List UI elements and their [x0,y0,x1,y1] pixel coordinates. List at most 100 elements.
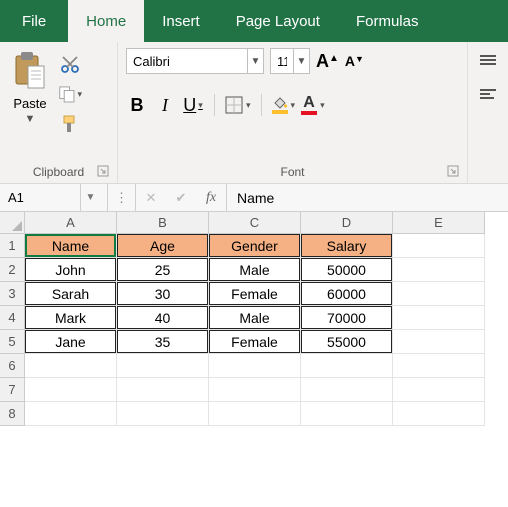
row-head-6[interactable]: 6 [0,354,25,378]
font-size-input[interactable] [271,54,293,69]
row-head-2[interactable]: 2 [0,258,25,282]
cell-a4[interactable]: Mark [25,306,117,330]
italic-button[interactable]: I [154,95,176,116]
align-top-button[interactable] [480,52,500,68]
chevron-down-icon: ▾ [246,100,251,111]
fill-color-swatch [272,110,288,114]
separator [214,94,215,116]
bold-button[interactable]: B [126,95,148,116]
tab-home[interactable]: Home [68,0,144,42]
borders-button[interactable]: ▾ [225,96,251,114]
cell-b7[interactable] [117,378,209,402]
cell-b5[interactable]: 35 [117,330,209,354]
paste-button[interactable]: Paste ▼ [8,48,52,163]
chevron-down-icon[interactable]: ▼ [293,49,309,73]
format-painter-button[interactable] [58,112,82,136]
paste-icon [12,50,48,94]
dialog-launcher-icon[interactable] [97,165,109,180]
fill-color-button[interactable]: ▾ [272,96,296,114]
cell-d4[interactable]: 70000 [301,306,393,330]
font-color-button[interactable]: A ▾ [301,95,325,115]
cell-c5[interactable]: Female [209,330,301,354]
cell-a6[interactable] [25,354,117,378]
cell-b1[interactable]: Age [117,234,209,258]
font-name-input[interactable] [127,54,247,69]
tab-formulas[interactable]: Formulas [338,0,437,42]
cell-d6[interactable] [301,354,393,378]
cell-d8[interactable] [301,402,393,426]
chevron-down-icon: ▾ [77,89,82,100]
cell-c6[interactable] [209,354,301,378]
cancel-button[interactable]: ✕ [136,184,166,211]
copy-button[interactable]: ▾ [58,82,82,106]
cell-d2[interactable]: 50000 [301,258,393,282]
cell-e1[interactable] [393,234,485,258]
cell-e4[interactable] [393,306,485,330]
decrease-font-button[interactable]: A▼ [345,53,364,69]
cell-a8[interactable] [25,402,117,426]
cell-e6[interactable] [393,354,485,378]
cell-e2[interactable] [393,258,485,282]
col-head-b[interactable]: B [117,212,209,234]
cell-b4[interactable]: 40 [117,306,209,330]
cell-a2[interactable]: John [25,258,117,282]
tab-insert[interactable]: Insert [144,0,218,42]
name-box[interactable]: ▼ [0,184,108,211]
group-label-font: Font [280,165,304,179]
fx-button[interactable]: fx [196,184,226,211]
cell-b6[interactable] [117,354,209,378]
cell-c3[interactable]: Female [209,282,301,306]
enter-button[interactable]: ✔ [166,184,196,211]
tab-page-layout[interactable]: Page Layout [218,0,338,42]
paste-dropdown-icon[interactable]: ▼ [25,113,36,125]
increase-font-button[interactable]: A▲ [316,51,339,72]
letter-a: A [345,53,355,69]
cell-c2[interactable]: Male [209,258,301,282]
cut-button[interactable] [58,52,82,76]
cell-d7[interactable] [301,378,393,402]
cell-a5[interactable]: Jane [25,330,117,354]
cell-e8[interactable] [393,402,485,426]
row-head-7[interactable]: 7 [0,378,25,402]
dialog-launcher-icon[interactable] [447,165,459,180]
name-box-input[interactable] [0,190,80,205]
cell-c4[interactable]: Male [209,306,301,330]
col-head-a[interactable]: A [25,212,117,234]
col-head-c[interactable]: C [209,212,301,234]
cell-c8[interactable] [209,402,301,426]
cell-a7[interactable] [25,378,117,402]
font-name-combo[interactable]: ▼ [126,48,264,74]
cell-b3[interactable]: 30 [117,282,209,306]
tab-file[interactable]: File [0,0,68,42]
row-head-4[interactable]: 4 [0,306,25,330]
cell-d3[interactable]: 60000 [301,282,393,306]
formula-input[interactable]: Name [227,190,508,206]
chevron-down-icon[interactable]: ▼ [80,184,100,211]
font-size-combo[interactable]: ▼ [270,48,310,74]
cell-d1[interactable]: Salary [301,234,393,258]
row-head-3[interactable]: 3 [0,282,25,306]
cell-c1[interactable]: Gender [209,234,301,258]
row-head-5[interactable]: 5 [0,330,25,354]
separator [261,94,262,116]
col-head-d[interactable]: D [301,212,393,234]
cell-a1[interactable]: Name [25,234,117,258]
cell-a3[interactable]: Sarah [25,282,117,306]
select-all-corner[interactable] [0,212,25,234]
cell-e7[interactable] [393,378,485,402]
col-head-e[interactable]: E [393,212,485,234]
cell-e3[interactable] [393,282,485,306]
chevron-down-icon[interactable]: ▼ [247,49,263,73]
cell-c7[interactable] [209,378,301,402]
cell-b8[interactable] [117,402,209,426]
underline-button[interactable]: U ▾ [182,95,204,116]
cell-d5[interactable]: 55000 [301,330,393,354]
cell-b2[interactable]: 25 [117,258,209,282]
ribbon: Paste ▼ ▾ [0,42,508,184]
group-alignment [468,42,508,183]
row-head-1[interactable]: 1 [0,234,25,258]
spacer: ⋮ [108,184,136,211]
cell-e5[interactable] [393,330,485,354]
align-left-button[interactable] [480,86,500,102]
row-head-8[interactable]: 8 [0,402,25,426]
